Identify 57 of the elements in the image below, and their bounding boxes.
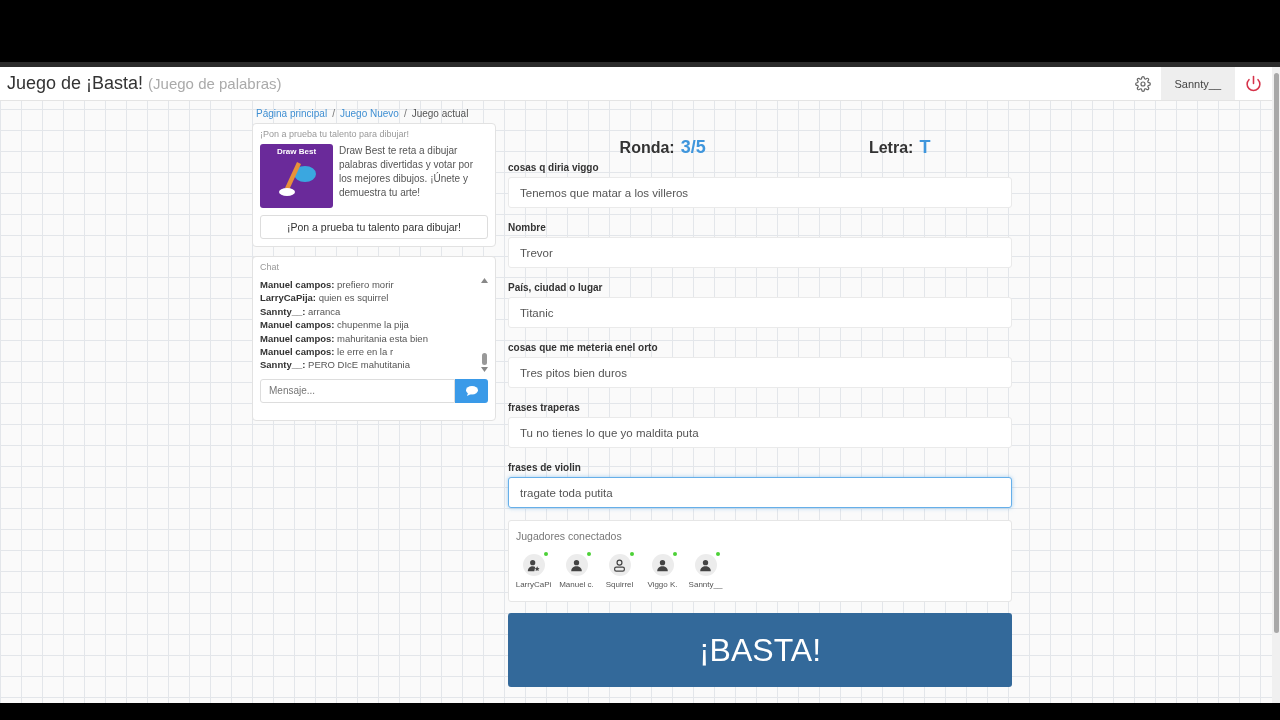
user-outline-icon	[613, 558, 626, 572]
chat-message: Manuel campos: prefiero morir	[260, 278, 395, 292]
message-input[interactable]: Mensaje...	[260, 378, 455, 403]
chat-title: Chat	[260, 262, 280, 272]
app-title: Juego de ¡Basta!	[7, 73, 144, 94]
basta-button[interactable]: ¡BASTA!	[508, 613, 1012, 687]
answer-field[interactable]: tragate toda putita	[508, 477, 1012, 508]
round-value: 3/5	[680, 137, 706, 158]
page-scrollbar[interactable]	[1272, 67, 1280, 703]
chat-message: Sannty__: arranca	[260, 304, 342, 319]
answer-field[interactable]: Titanic	[508, 297, 1012, 328]
letter-label: Letra:	[868, 139, 914, 157]
promo-description: Draw Best te reta a dibujar palabras divertidas y votar por los mejores dibujos. ¡Únete y demuestra tu arte!	[339, 144, 474, 200]
player-name: Manuel c.	[559, 580, 594, 589]
user-menu-button[interactable]: Sannty__	[1160, 67, 1235, 100]
chat-message: Manuel campos: chupenme la pija	[260, 318, 410, 332]
scroll-up-icon[interactable]	[480, 278, 488, 283]
chat-message: Sannty__: PERO DIcE mahutitania	[260, 358, 411, 372]
chat-scroll-thumb[interactable]	[481, 352, 487, 365]
user-icon	[570, 558, 583, 572]
chat-bubble-icon	[465, 385, 478, 396]
user-icon	[699, 558, 712, 572]
field-label: frases traperas	[508, 402, 581, 413]
player-name: Viggo K.	[647, 580, 678, 589]
field-label: País, ciudad o lugar	[508, 282, 604, 293]
breadcrumb-separator: /	[332, 108, 335, 119]
field-label: cosas q diria viggo	[508, 162, 600, 173]
player-name: LarryCaPi	[515, 580, 552, 589]
letter-value: T	[919, 137, 931, 158]
promo-heading: ¡Pon a prueba tu talento para dibujar!	[260, 129, 411, 139]
power-icon	[1245, 75, 1262, 92]
player-name: Sannty__	[688, 580, 723, 589]
answer-field[interactable]: Tenemos que matar a los villeros	[508, 177, 1012, 208]
breadcrumb-link[interactable]: Página principal	[256, 108, 328, 119]
page-scroll-thumb[interactable]	[1273, 73, 1279, 633]
chat-message: Manuel campos: le erre en la r	[260, 345, 395, 359]
answer-field[interactable]: Trevor	[508, 237, 1012, 268]
promo-image-title: Draw Best	[276, 147, 317, 156]
promo-button[interactable]: ¡Pon a prueba tu talento para dibujar!	[260, 215, 488, 239]
field-label: Nombre	[508, 222, 547, 233]
field-label: cosas que me meteria enel orto	[508, 342, 659, 353]
round-label: Ronda:	[619, 139, 675, 157]
player-name: Squirrel	[605, 580, 634, 589]
answer-field[interactable]: Tres pitos bien duros	[508, 357, 1012, 388]
settings-icon	[1134, 75, 1151, 92]
chat-message: Manuel campos: mahuritania esta bien	[260, 331, 429, 346]
breadcrumb-current: Juego actual	[411, 108, 469, 119]
app-subtitle: (Juego de palabras)	[148, 75, 282, 92]
answer-field[interactable]: Tu no tienes lo que yo maldita puta	[508, 417, 1012, 448]
breadcrumb-separator: /	[403, 108, 407, 119]
user-icon	[656, 558, 669, 572]
send-button[interactable]	[455, 378, 488, 403]
field-label: frases de violin	[508, 462, 582, 473]
user-star-icon	[527, 558, 540, 572]
chat-message: LarryCaPija: quien es squirrel	[260, 291, 390, 305]
scroll-down-icon[interactable]	[480, 366, 488, 372]
players-title: Jugadores conectados	[516, 530, 623, 542]
